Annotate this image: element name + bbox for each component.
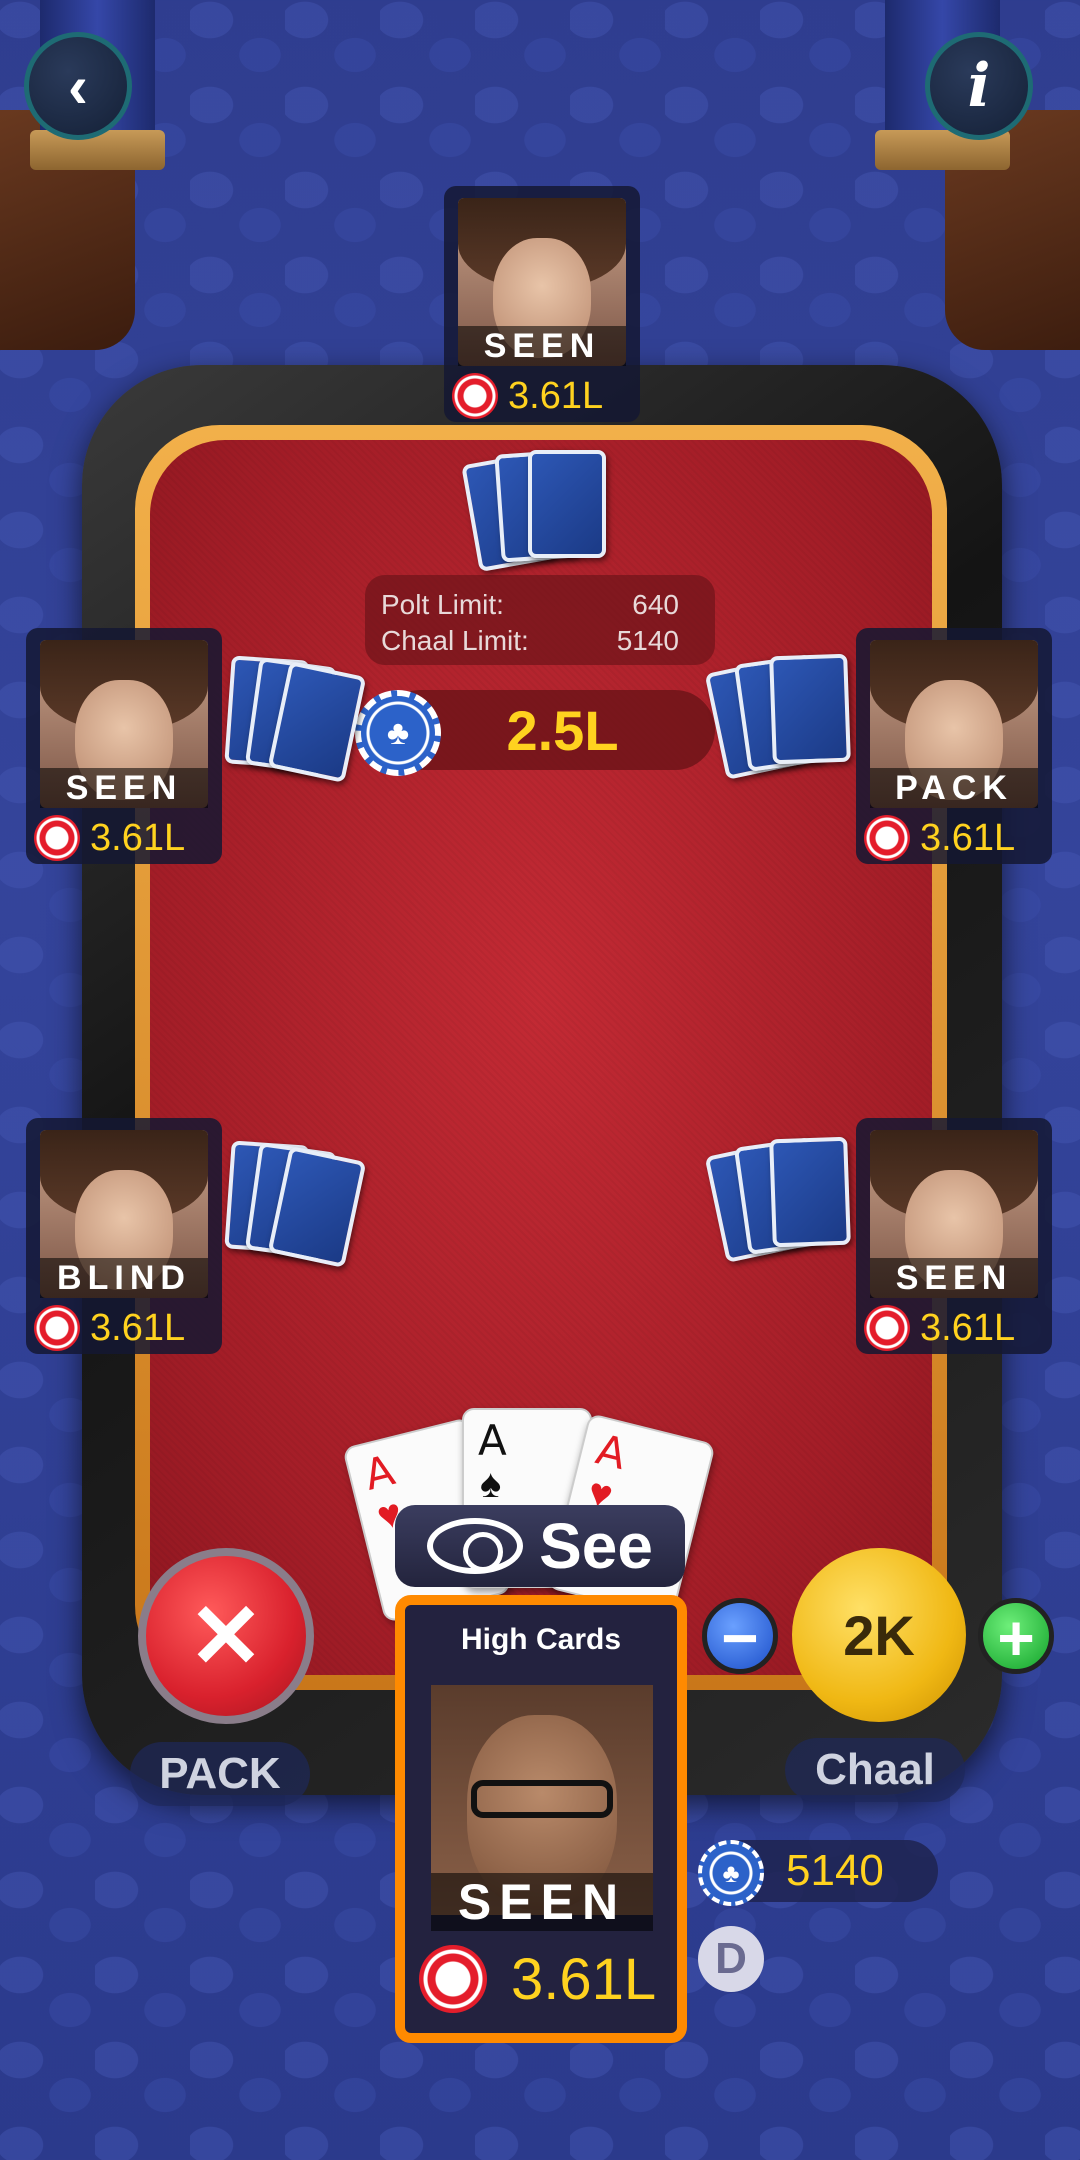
eye-icon (427, 1518, 524, 1574)
chip-icon (864, 1305, 910, 1351)
my-status: SEEN (431, 1873, 653, 1931)
player-amount: 3.61L (90, 1306, 186, 1349)
chip-icon (34, 815, 80, 861)
bet-chip-icon: ♣ (698, 1840, 764, 1906)
player-amount: 3.61L (90, 816, 186, 859)
player-top[interactable]: SEEN 3.61L (444, 186, 640, 422)
increase-bet-button[interactable]: + (978, 1598, 1054, 1674)
my-player-panel: High Cards SEEN 3.61L (395, 1595, 687, 2043)
back-icon: ‹ (68, 52, 88, 120)
player-amount: 3.61L (920, 1306, 1016, 1349)
info-button[interactable]: i (925, 32, 1033, 140)
player-status: SEEN (40, 768, 208, 808)
player-right-lower[interactable]: SEEN 3.61L (856, 1118, 1052, 1354)
pack-label: PACK (130, 1742, 310, 1806)
player-status: SEEN (870, 1258, 1038, 1298)
chaal-label: Chaal (785, 1738, 965, 1802)
see-button[interactable]: See (395, 1505, 685, 1587)
player-amount: 3.61L (920, 816, 1016, 859)
player-status: BLIND (40, 1258, 208, 1298)
pack-button[interactable]: ✕ (138, 1548, 314, 1724)
chip-icon (34, 1305, 80, 1351)
player-status: PACK (870, 768, 1038, 808)
pot-chip-icon: ♣ (355, 690, 441, 776)
chip-icon (864, 815, 910, 861)
dealer-badge: D (698, 1926, 764, 1992)
polt-limit-value: 640 (632, 589, 679, 620)
my-amount: 3.61L (511, 1946, 657, 2012)
player-status: SEEN (458, 326, 626, 366)
chaal-button[interactable]: 2K (792, 1548, 966, 1722)
minus-icon: − (721, 1602, 759, 1674)
info-icon: i (967, 51, 991, 121)
chaal-amount: 2K (843, 1603, 915, 1667)
player-left-upper[interactable]: SEEN 3.61L (26, 628, 222, 864)
player-left-lower[interactable]: BLIND 3.61L (26, 1118, 222, 1354)
back-button[interactable]: ‹ (24, 32, 132, 140)
card-suit: ♠ (480, 1462, 502, 1506)
polt-limit-label: Polt Limit: (381, 589, 504, 620)
player-amount: 3.61L (508, 374, 604, 417)
limits-panel: Polt Limit: 640 Chaal Limit: 5140 (365, 575, 715, 665)
decrease-bet-button[interactable]: − (702, 1598, 778, 1674)
chip-icon (419, 1945, 487, 2013)
card-rank: A (478, 1416, 507, 1465)
chip-icon (452, 373, 498, 419)
hand-name: High Cards (460, 1623, 622, 1656)
player-right-upper[interactable]: PACK 3.61L (856, 628, 1052, 864)
plus-icon: + (997, 1602, 1035, 1674)
chaal-limit-label: Chaal Limit: (381, 625, 529, 656)
close-icon: ✕ (188, 1586, 264, 1687)
see-label: See (539, 1510, 653, 1582)
chaal-limit-value: 5140 (616, 625, 679, 656)
